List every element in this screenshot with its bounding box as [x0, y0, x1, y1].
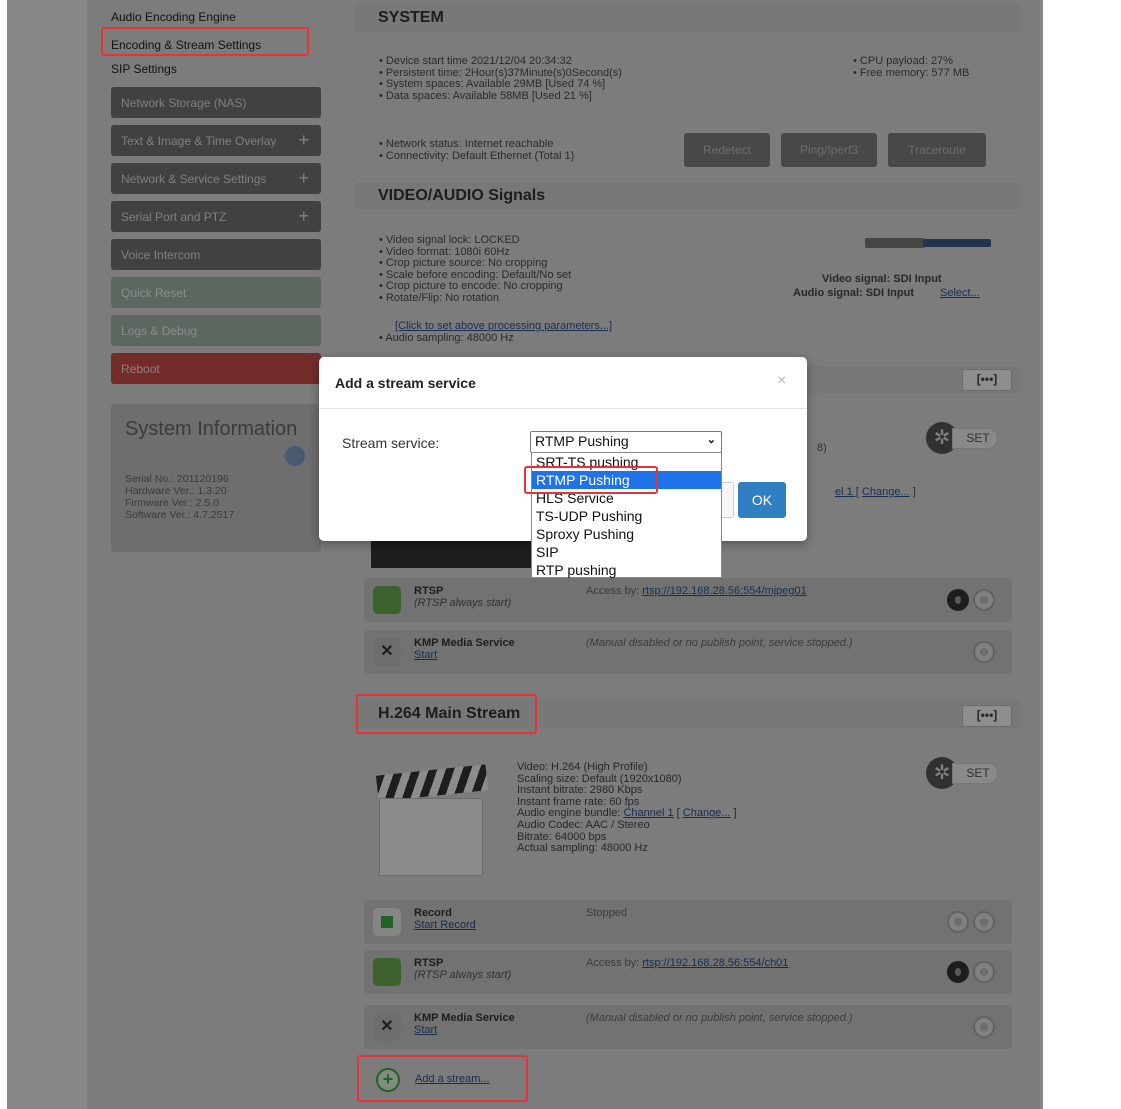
stream-service-select[interactable]: RTMP Pushing ⌄ [530, 431, 722, 453]
highlight-main-stream-overlay [356, 694, 537, 734]
modal-backdrop[interactable] [7, 0, 1043, 1109]
modal-header: Add a stream service × [319, 357, 807, 409]
highlight-rtmp-option [524, 466, 658, 494]
close-icon[interactable]: × [777, 372, 786, 390]
selected-value: RTMP Pushing [535, 433, 629, 449]
option-rtp[interactable]: RTP pushing [532, 561, 721, 579]
stream-service-label: Stream service: [342, 435, 440, 451]
option-ts-udp[interactable]: TS-UDP Pushing [532, 507, 721, 525]
highlight-add-stream [357, 1055, 528, 1102]
option-sip[interactable]: SIP [532, 543, 721, 561]
browser-viewport: Audio Encoding Engine Encoding & Stream … [7, 0, 1043, 1109]
modal-title: Add a stream service [335, 375, 476, 391]
ok-button[interactable]: OK [738, 482, 786, 518]
highlight-encoding-stream [101, 27, 309, 56]
option-sproxy[interactable]: Sproxy Pushing [532, 525, 721, 543]
chevron-down-icon: ⌄ [706, 434, 716, 446]
